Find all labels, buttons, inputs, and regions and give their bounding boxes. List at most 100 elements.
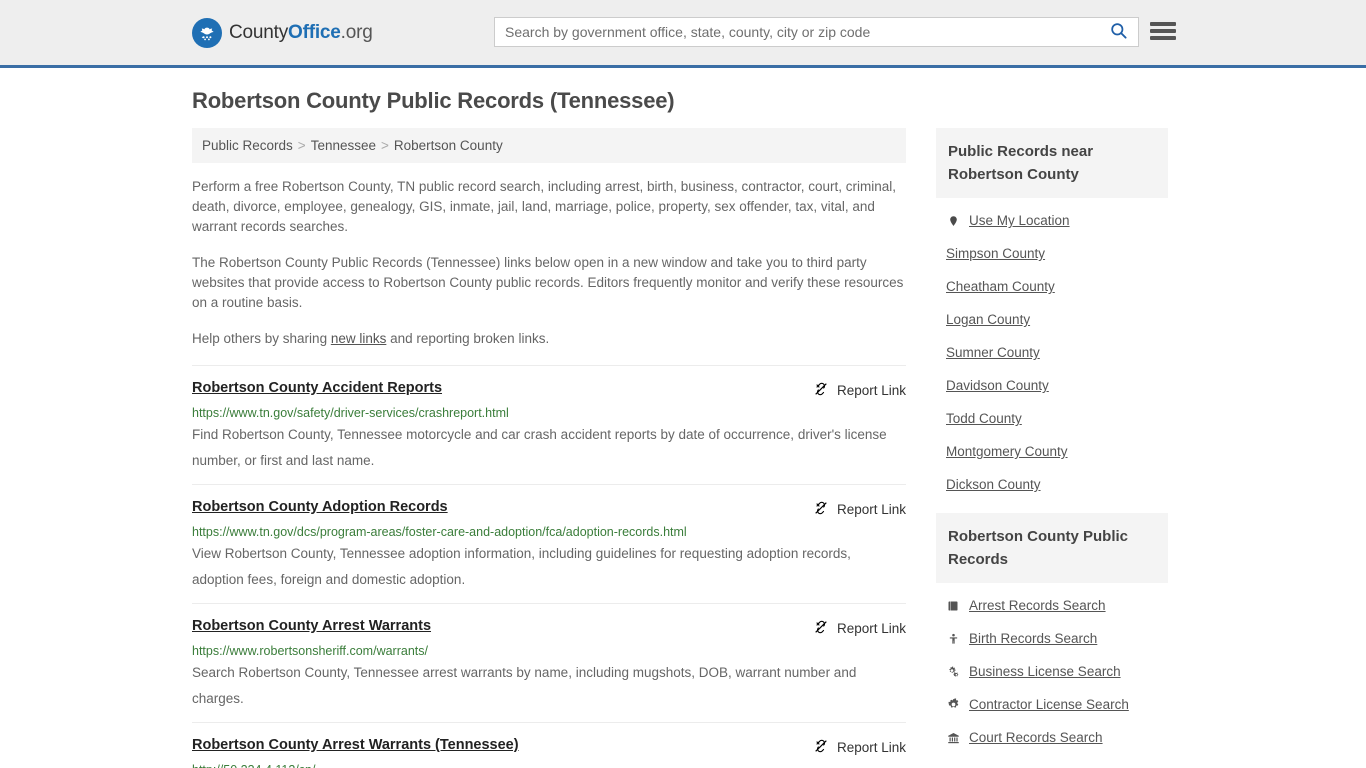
nearby-county-link[interactable]: Todd County [946,411,1022,426]
business-license-search-link[interactable]: Business License Search [969,664,1121,679]
site-header: CountyOffice.org [0,0,1366,68]
cogs-icon [946,665,960,678]
new-links-link[interactable]: new links [331,331,387,346]
breadcrumb-item-tennessee[interactable]: Tennessee [311,138,376,153]
search-input[interactable] [495,18,1098,46]
result-url: https://www.robertsonsheriff.com/warrant… [192,644,428,658]
broken-link-icon [813,500,829,519]
report-link-label: Report Link [836,621,906,636]
list-item[interactable]: Business License Search [936,655,1168,688]
report-link-button[interactable]: Report Link [813,619,906,638]
eagle-seal-icon [192,17,222,48]
list-item[interactable]: Court Records Search [936,721,1168,754]
result-description: Search Robertson County, Tennessee arres… [192,665,857,706]
list-item[interactable]: Sumner County [936,336,1168,369]
intro-paragraph-3: Help others by sharing new links and rep… [192,329,906,349]
intro-text: Perform a free Robertson County, TN publ… [192,177,906,349]
nearby-records-list: Use My Location Simpson County Cheatham … [936,198,1168,501]
courthouse-icon [946,732,960,744]
intro-paragraph-1: Perform a free Robertson County, TN publ… [192,179,897,234]
list-item[interactable]: Use My Location [936,204,1168,237]
nearby-county-link[interactable]: Cheatham County [946,279,1055,294]
hamburger-menu-icon [1150,36,1176,40]
result-url: https://www.tn.gov/dcs/program-areas/fos… [192,525,687,539]
result-item: Robertson County Adoption Records Report… [192,484,906,603]
map-pin-icon [946,214,960,228]
result-header: Robertson County Accident Reports Report… [192,380,906,400]
result-item: Robertson County Arrest Warrants (Tennes… [192,722,906,768]
breadcrumb-separator: > [297,138,306,153]
result-description: Find Robertson County, Tennessee motorcy… [192,427,887,468]
site-logo[interactable]: CountyOffice.org [192,17,373,48]
result-title-link[interactable]: Robertson County Accident Reports [192,380,442,396]
brand-part-tld: .org [340,21,373,43]
county-records-panel: Robertson County Public Records Arrest R… [936,513,1168,754]
broken-link-icon [813,738,829,757]
nearby-county-link[interactable]: Davidson County [946,378,1049,393]
result-description: View Robertson County, Tennessee adoptio… [192,546,851,587]
search-button[interactable] [1098,18,1138,46]
birth-records-search-link[interactable]: Birth Records Search [969,631,1097,646]
list-item[interactable]: Logan County [936,303,1168,336]
nearby-county-link[interactable]: Sumner County [946,345,1040,360]
result-header: Robertson County Adoption Records Report… [192,499,906,519]
sidebar: Public Records near Robertson County Use… [936,128,1168,766]
result-title-link[interactable]: Robertson County Adoption Records [192,499,448,515]
report-link-button[interactable]: Report Link [813,500,906,519]
list-item[interactable]: Contractor License Search [936,688,1168,721]
report-link-button[interactable]: Report Link [813,381,906,400]
intro-p3-before: Help others by sharing [192,331,331,346]
result-url: http://50.234.4.112/cn/ [192,763,906,768]
intro-paragraph-2: The Robertson County Public Records (Ten… [192,255,904,310]
list-item[interactable]: Cheatham County [936,270,1168,303]
result-url: https://www.tn.gov/safety/driver-service… [192,406,509,420]
broken-link-icon [813,381,829,400]
brand-part-office: Office [288,21,341,43]
arrest-records-search-link[interactable]: Arrest Records Search [969,598,1106,613]
broken-link-icon [813,619,829,638]
county-records-list: Arrest Records Search Birth Records Sear… [936,583,1168,754]
list-item[interactable]: Birth Records Search [936,622,1168,655]
list-item[interactable]: Todd County [936,402,1168,435]
breadcrumb: Public Records > Tennessee > Robertson Count… [192,128,906,163]
gear-icon [946,698,960,711]
intro-p3-after: and reporting broken links. [386,331,550,346]
report-link-label: Report Link [836,502,906,517]
breadcrumb-item-public-records[interactable]: Public Records [202,138,293,153]
nearby-county-link[interactable]: Simpson County [946,246,1045,261]
main-content: Public Records > Tennessee > Robertson Count… [192,128,906,768]
nearby-records-panel: Public Records near Robertson County Use… [936,128,1168,501]
list-item[interactable]: Davidson County [936,369,1168,402]
list-item[interactable]: Arrest Records Search [936,589,1168,622]
search-icon [1109,21,1128,43]
breadcrumb-item-robertson-county[interactable]: Robertson County [394,138,503,153]
report-link-button[interactable]: Report Link [813,738,906,757]
result-title-link[interactable]: Robertson County Arrest Warrants (Tennes… [192,737,519,753]
contractor-license-search-link[interactable]: Contractor License Search [969,697,1129,712]
nearby-county-link[interactable]: Montgomery County [946,444,1068,459]
report-link-label: Report Link [836,740,906,755]
list-item[interactable]: Simpson County [936,237,1168,270]
nearby-records-panel-title: Public Records near Robertson County [936,128,1168,198]
result-title-link[interactable]: Robertson County Arrest Warrants [192,618,431,634]
search-bar[interactable] [494,17,1139,47]
report-link-label: Report Link [836,383,906,398]
list-item[interactable]: Dickson County [936,468,1168,501]
content-columns: Public Records > Tennessee > Robertson Count… [192,128,1174,768]
use-my-location-link[interactable]: Use My Location [969,213,1070,228]
hamburger-menu-icon [1150,29,1176,33]
nearby-county-link[interactable]: Dickson County [946,477,1041,492]
result-item: Robertson County Arrest Warrants Report … [192,603,906,722]
result-item: Robertson County Accident Reports Report… [192,365,906,484]
page-title: Robertson County Public Records (Tenness… [192,88,675,113]
person-icon [946,632,960,646]
court-records-search-link[interactable]: Court Records Search [969,730,1103,745]
breadcrumb-separator: > [381,138,389,153]
page-container: Robertson County Public Records (Tenness… [0,88,1366,768]
hamburger-menu-button[interactable] [1150,20,1176,42]
result-header: Robertson County Arrest Warrants Report … [192,618,906,638]
list-item[interactable]: Montgomery County [936,435,1168,468]
book-icon [946,600,960,612]
site-logo-text: CountyOffice.org [229,22,373,44]
nearby-county-link[interactable]: Logan County [946,312,1030,327]
